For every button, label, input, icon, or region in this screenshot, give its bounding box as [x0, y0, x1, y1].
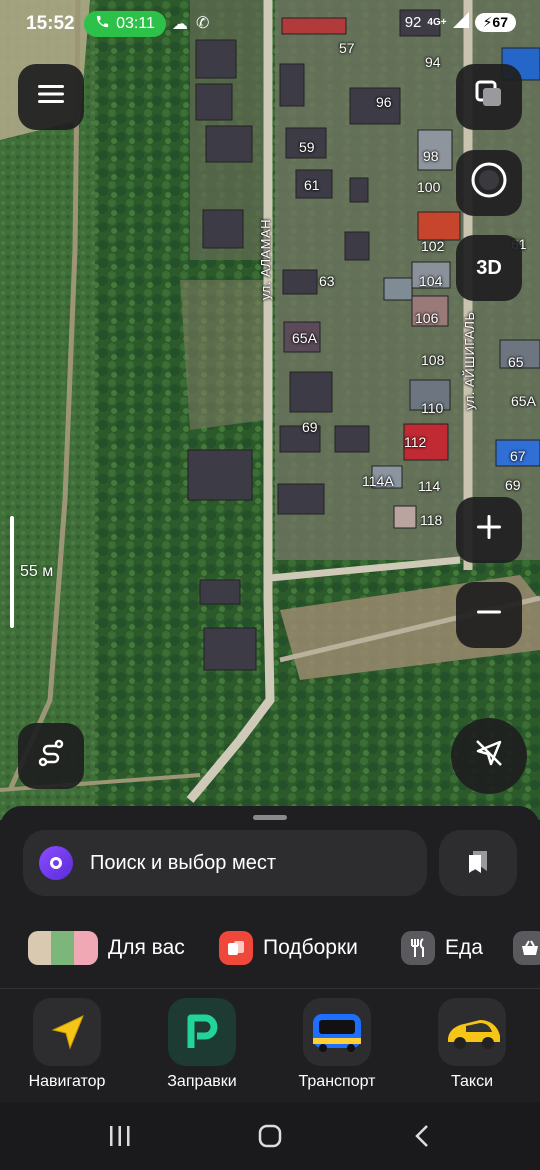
house-number[interactable]: 106: [415, 310, 438, 326]
house-number[interactable]: 65: [508, 354, 524, 370]
app-label: Транспорт: [298, 1073, 376, 1090]
for-you-icon: [28, 931, 98, 965]
signal-bars-icon: [452, 12, 469, 32]
house-number[interactable]: 102: [421, 238, 444, 254]
app-label: Заправки: [167, 1073, 237, 1090]
active-call-pill[interactable]: 03:11: [84, 11, 166, 37]
back-icon: [415, 1125, 428, 1147]
house-number[interactable]: 69: [505, 477, 521, 493]
chip-food[interactable]: Еда: [401, 920, 483, 976]
house-number[interactable]: 108: [421, 352, 444, 368]
app-navigator[interactable]: Навигатор: [7, 998, 127, 1091]
phone-icon: [95, 14, 110, 34]
chip-label: Подборки: [263, 936, 358, 959]
battery-level: 67: [492, 13, 508, 30]
app-transport[interactable]: Транспорт: [277, 998, 397, 1091]
bookmarks-icon: [465, 848, 491, 879]
call-timer: 03:11: [116, 15, 155, 32]
chip-label: Для вас: [108, 936, 185, 959]
house-number[interactable]: 118: [420, 512, 442, 528]
bottom-sheet[interactable]: Поиск и выбор мест Для вас Подборки Еда: [0, 806, 540, 1102]
route-button[interactable]: [18, 723, 84, 789]
menu-button[interactable]: [18, 64, 84, 130]
house-number[interactable]: 114А: [362, 473, 394, 489]
alice-icon[interactable]: [39, 846, 73, 880]
search-bar[interactable]: Поиск и выбор мест: [23, 830, 427, 896]
category-chips: Для вас Подборки Еда: [0, 920, 540, 976]
house-number[interactable]: 104: [419, 273, 442, 289]
alice-orb-button[interactable]: [456, 150, 522, 216]
status-right: 92 4G+ ⚡67: [405, 12, 516, 32]
recent-apps-button[interactable]: [100, 1118, 140, 1154]
street-label-alaman[interactable]: ул. АЛАМАН: [258, 219, 273, 300]
house-number[interactable]: 110: [421, 400, 443, 416]
house-number[interactable]: 98: [423, 148, 439, 164]
fork-knife-icon: [401, 931, 435, 965]
house-number[interactable]: 112: [404, 434, 426, 450]
cloud-icon: ☁: [172, 16, 188, 33]
recent-apps-icon: [110, 1126, 130, 1146]
sheet-grip[interactable]: [253, 815, 287, 820]
service-apps: Навигатор Заправки Транспорт Такси: [0, 998, 540, 1098]
house-number[interactable]: 96: [376, 94, 392, 110]
3d-toggle-button[interactable]: 3D: [456, 235, 522, 301]
zoom-in-button[interactable]: [456, 497, 522, 563]
house-number[interactable]: 61: [304, 177, 320, 193]
system-nav-bar: [0, 1102, 540, 1170]
wifi-call-icon: ✆: [196, 15, 210, 32]
location-off-icon: [472, 736, 506, 776]
street-label-ayshigal[interactable]: ул. АЙШИГАЛЬ: [462, 312, 477, 411]
house-number[interactable]: 59: [299, 139, 315, 155]
chip-label: Еда: [445, 936, 483, 959]
zoom-out-button[interactable]: [456, 582, 522, 648]
app-taxi[interactable]: Такси: [412, 998, 532, 1091]
collections-icon: [219, 931, 253, 965]
chip-for-you[interactable]: Для вас: [28, 920, 185, 976]
hamburger-icon: [38, 84, 64, 110]
route-icon: [36, 738, 66, 774]
orb-icon: [469, 160, 509, 206]
scale-label: 55 м: [20, 563, 54, 580]
layers-button[interactable]: [456, 64, 522, 130]
network-type: 4G+: [427, 16, 447, 28]
house-number[interactable]: 69: [302, 419, 318, 435]
house-number[interactable]: 67: [510, 448, 526, 464]
house-number[interactable]: 65А: [511, 393, 536, 409]
chip-shopping[interactable]: [513, 920, 540, 976]
basket-icon: [513, 931, 540, 965]
signal-number: 92: [404, 13, 422, 31]
bookmarks-button[interactable]: [439, 830, 517, 896]
layers-icon: [474, 79, 504, 115]
sheet-divider: [0, 988, 540, 989]
status-bar: 15:52 03:11 ☁ ✆ 92 4G+ ⚡67: [0, 0, 540, 48]
battery-icon: ⚡67: [474, 12, 516, 32]
location-button[interactable]: [451, 718, 527, 794]
scale-bar: [10, 516, 14, 628]
app-fuel[interactable]: Заправки: [142, 998, 262, 1091]
chip-collections[interactable]: Подборки: [219, 920, 358, 976]
house-number[interactable]: 63: [319, 273, 335, 289]
app-label: Такси: [450, 1073, 494, 1090]
3d-label: 3D: [476, 256, 502, 279]
fuel-p-icon: [168, 998, 236, 1066]
house-number[interactable]: 65А: [292, 330, 317, 346]
back-button[interactable]: [402, 1118, 442, 1154]
app-label: Навигатор: [28, 1073, 106, 1090]
bus-icon: [303, 998, 371, 1066]
clock: 15:52: [26, 13, 75, 34]
search-placeholder: Поиск и выбор мест: [90, 851, 276, 874]
house-number[interactable]: 114: [418, 478, 440, 494]
minus-icon: [475, 598, 503, 632]
navigator-arrow-icon: [33, 998, 101, 1066]
house-number[interactable]: 94: [425, 54, 441, 70]
house-number[interactable]: 100: [417, 179, 440, 195]
plus-icon: [475, 513, 503, 547]
taxi-car-icon: [438, 998, 506, 1066]
home-icon: [258, 1124, 282, 1148]
home-button[interactable]: [250, 1118, 290, 1154]
